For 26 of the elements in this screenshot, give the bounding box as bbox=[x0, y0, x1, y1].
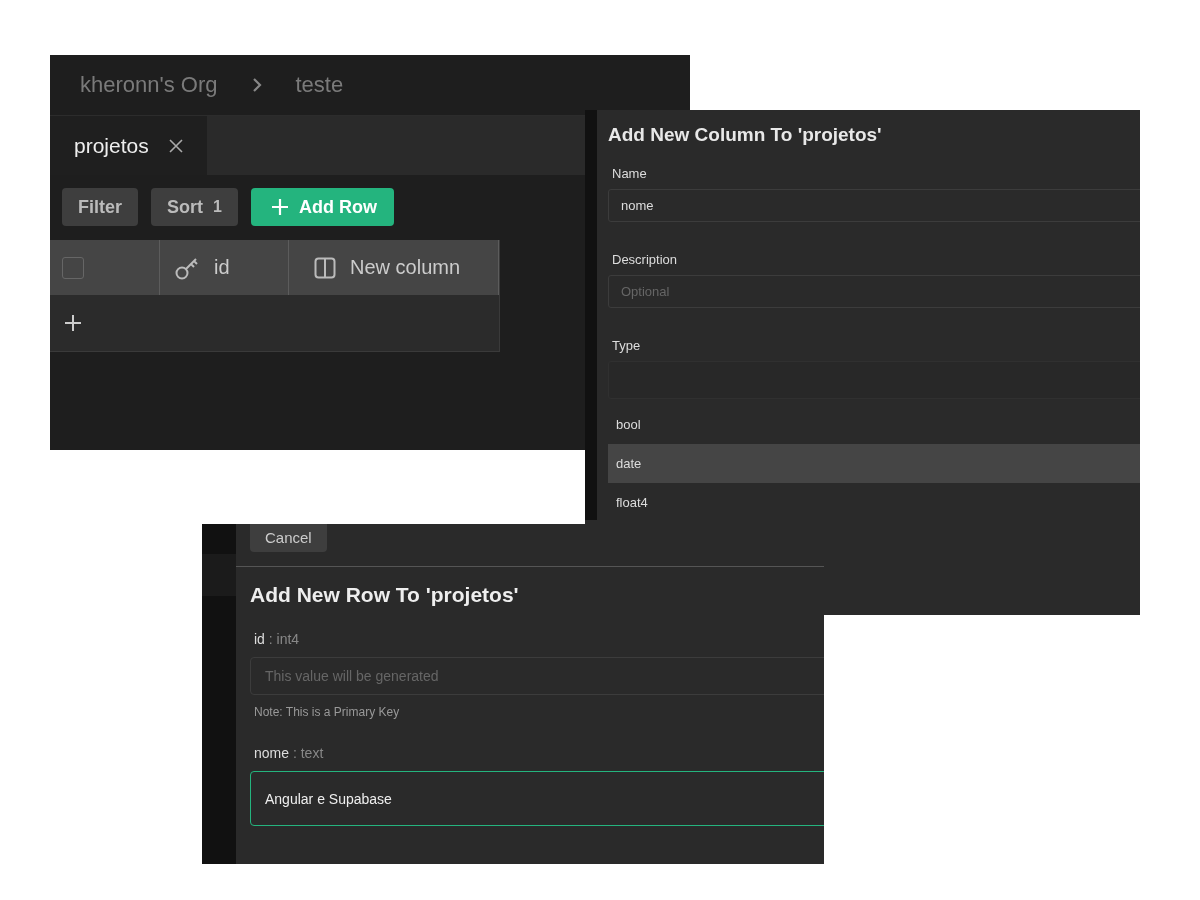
type-select[interactable] bbox=[608, 361, 1140, 399]
breadcrumb-link[interactable]: teste bbox=[295, 72, 344, 98]
field-label: Description bbox=[612, 252, 679, 267]
plus-icon bbox=[270, 198, 289, 216]
add-row-icon bbox=[64, 314, 82, 332]
row-select-checkbox[interactable] bbox=[62, 256, 84, 279]
text-input[interactable]: Optional bbox=[608, 275, 1140, 308]
breadcrumb-link[interactable]: kheronn's Org bbox=[80, 72, 218, 98]
field-label: Name bbox=[612, 166, 648, 181]
columns-icon bbox=[314, 256, 336, 279]
table-tab[interactable]: projetos bbox=[50, 116, 207, 175]
text-input[interactable]: This value will be generated bbox=[250, 657, 824, 695]
field-label: nome : text bbox=[254, 745, 325, 761]
field-label: id : int4 bbox=[254, 631, 301, 647]
panel-title: Add New Column To 'projetos' bbox=[608, 124, 883, 146]
sort-button[interactable]: Sort 1 bbox=[151, 188, 238, 226]
dropdown-option[interactable]: date bbox=[608, 444, 1140, 483]
filter-button[interactable]: Filter bbox=[62, 188, 138, 226]
panel-title: Add New Row To 'projetos' bbox=[250, 583, 520, 607]
text-input[interactable]: nome bbox=[608, 189, 1140, 222]
close-icon bbox=[168, 138, 183, 153]
chevron-right-icon bbox=[251, 77, 262, 93]
cancel-button[interactable]: Cancel bbox=[250, 524, 327, 552]
field-label: Type bbox=[612, 338, 642, 353]
text-input[interactable]: Angular e Supabase bbox=[250, 771, 824, 826]
field-note: Note: This is a Primary Key bbox=[254, 705, 401, 719]
